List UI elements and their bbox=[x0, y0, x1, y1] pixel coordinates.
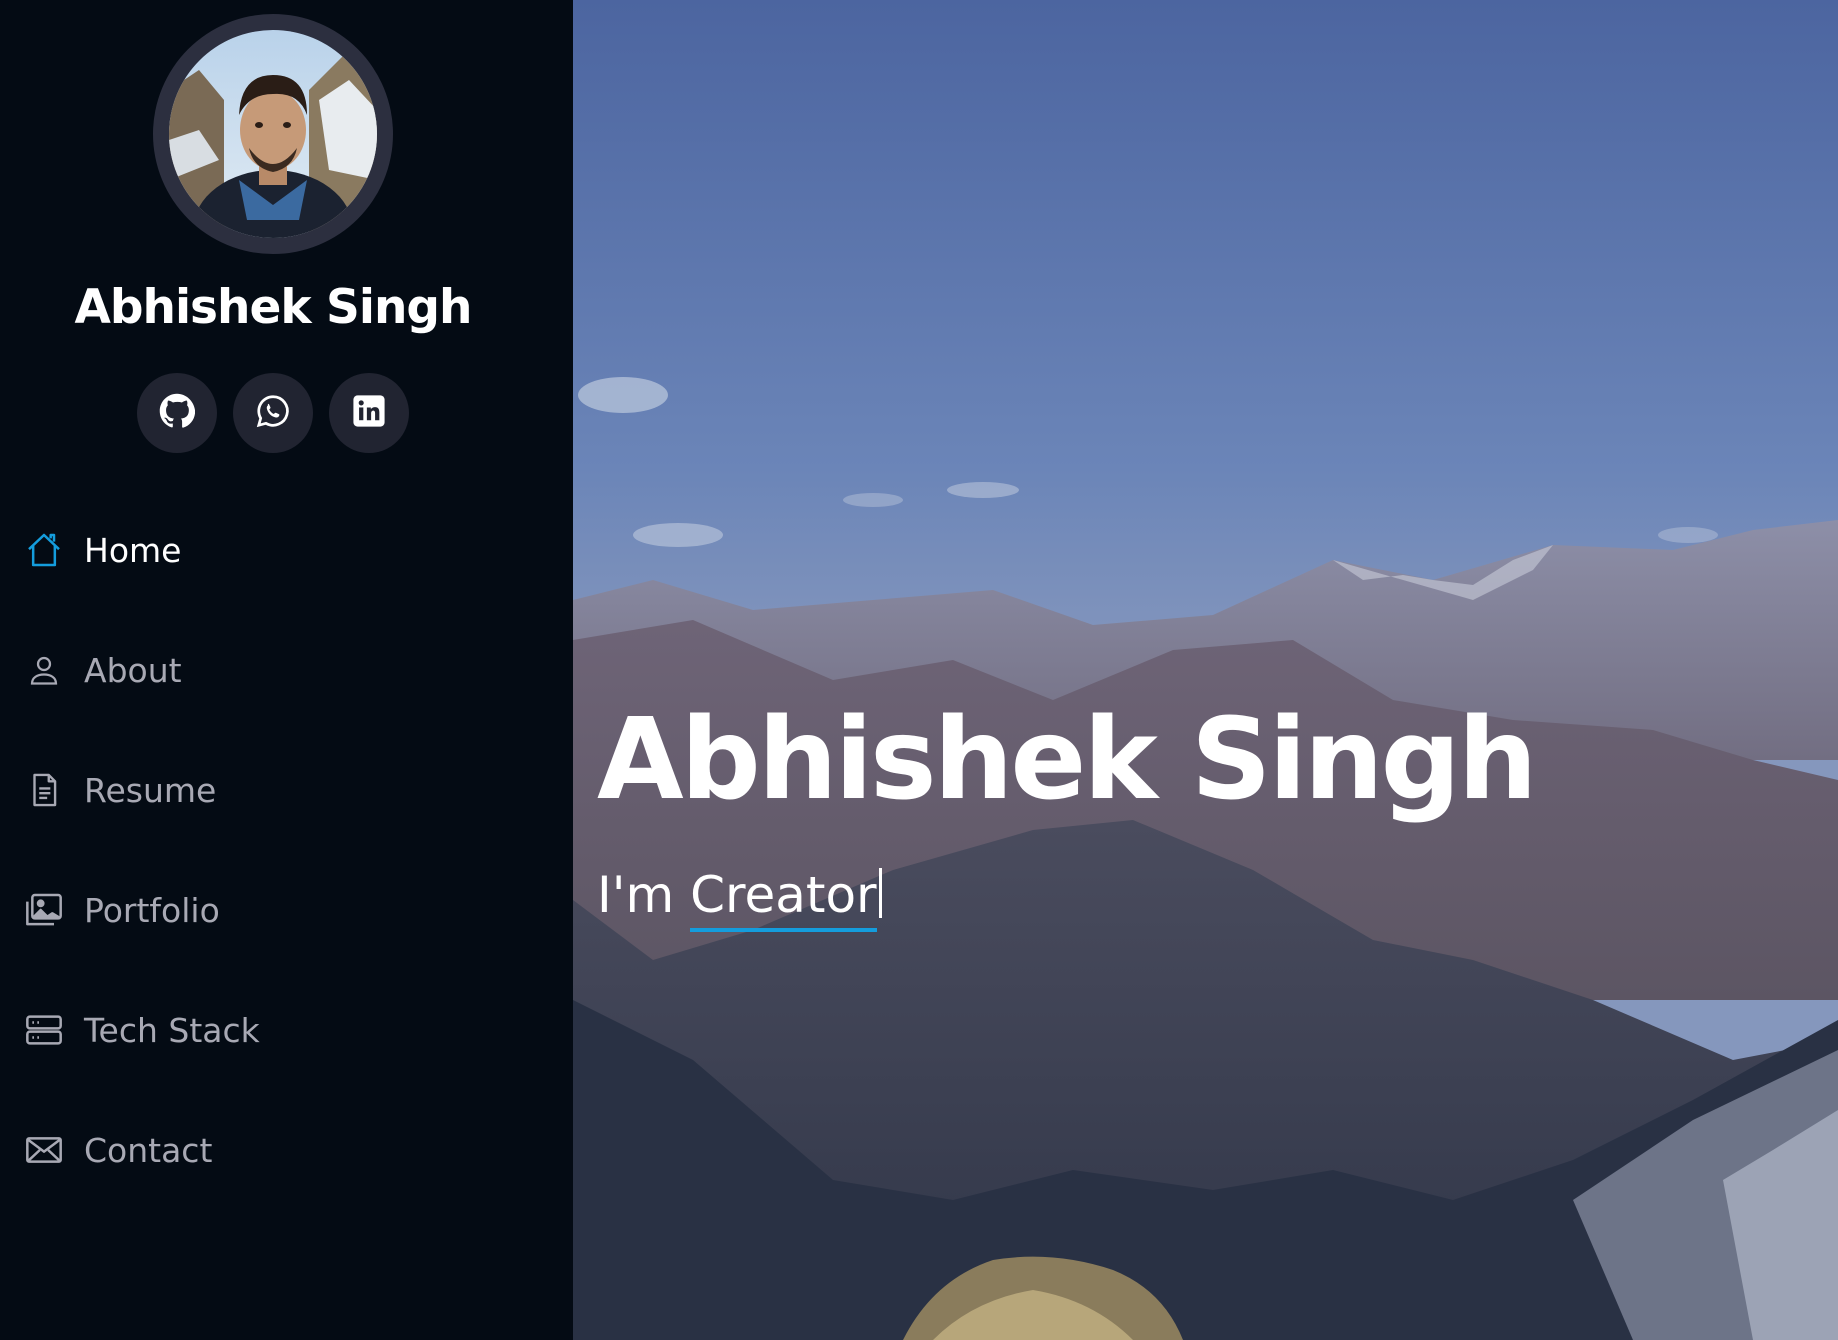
nav-item-portfolio[interactable]: Portfolio bbox=[22, 880, 260, 940]
nav-item-about[interactable]: About bbox=[22, 640, 260, 700]
avatar bbox=[169, 30, 377, 238]
page: Abhishek Singh Home About Resume Portfol… bbox=[0, 0, 1838, 1340]
nav-label-portfolio: Portfolio bbox=[84, 890, 220, 930]
nav-item-tech-stack[interactable]: Tech Stack bbox=[22, 1000, 260, 1060]
nav-item-home[interactable]: Home bbox=[22, 520, 260, 580]
profile-name: Abhishek Singh bbox=[74, 280, 472, 335]
nav-label-tech-stack: Tech Stack bbox=[84, 1010, 260, 1050]
images-icon bbox=[22, 888, 66, 932]
linkedin-link[interactable] bbox=[329, 373, 409, 453]
avatar-ring bbox=[153, 14, 393, 254]
hero-subtitle-prefix: I'm bbox=[597, 866, 691, 924]
nav-label-contact: Contact bbox=[84, 1130, 213, 1170]
server-icon bbox=[22, 1008, 66, 1052]
document-icon bbox=[22, 768, 66, 812]
envelope-icon bbox=[22, 1128, 66, 1172]
nav-label-about: About bbox=[84, 650, 182, 690]
typing-cursor bbox=[878, 868, 882, 918]
github-icon bbox=[159, 393, 196, 433]
nav-label-resume: Resume bbox=[84, 770, 217, 810]
hero-section: Abhishek Singh I'm Creator bbox=[573, 0, 1838, 1340]
home-icon bbox=[22, 528, 66, 572]
nav-item-resume[interactable]: Resume bbox=[22, 760, 260, 820]
mountain-background-image bbox=[573, 0, 1838, 1340]
nav-item-contact[interactable]: Contact bbox=[22, 1120, 260, 1180]
github-link[interactable] bbox=[137, 373, 217, 453]
nav-label-home: Home bbox=[84, 530, 182, 570]
social-links bbox=[137, 373, 409, 453]
person-icon bbox=[22, 648, 66, 692]
sidebar: Abhishek Singh Home About Resume Portfol… bbox=[0, 0, 573, 1340]
hero-subtitle: I'm Creator bbox=[597, 866, 882, 932]
typed-text: Creator bbox=[690, 866, 877, 932]
linkedin-icon bbox=[352, 394, 386, 432]
whatsapp-icon bbox=[255, 393, 291, 433]
whatsapp-link[interactable] bbox=[233, 373, 313, 453]
hero-title: Abhishek Singh bbox=[597, 695, 1538, 825]
nav-menu: Home About Resume Portfolio Tech Stack C… bbox=[22, 520, 260, 1240]
